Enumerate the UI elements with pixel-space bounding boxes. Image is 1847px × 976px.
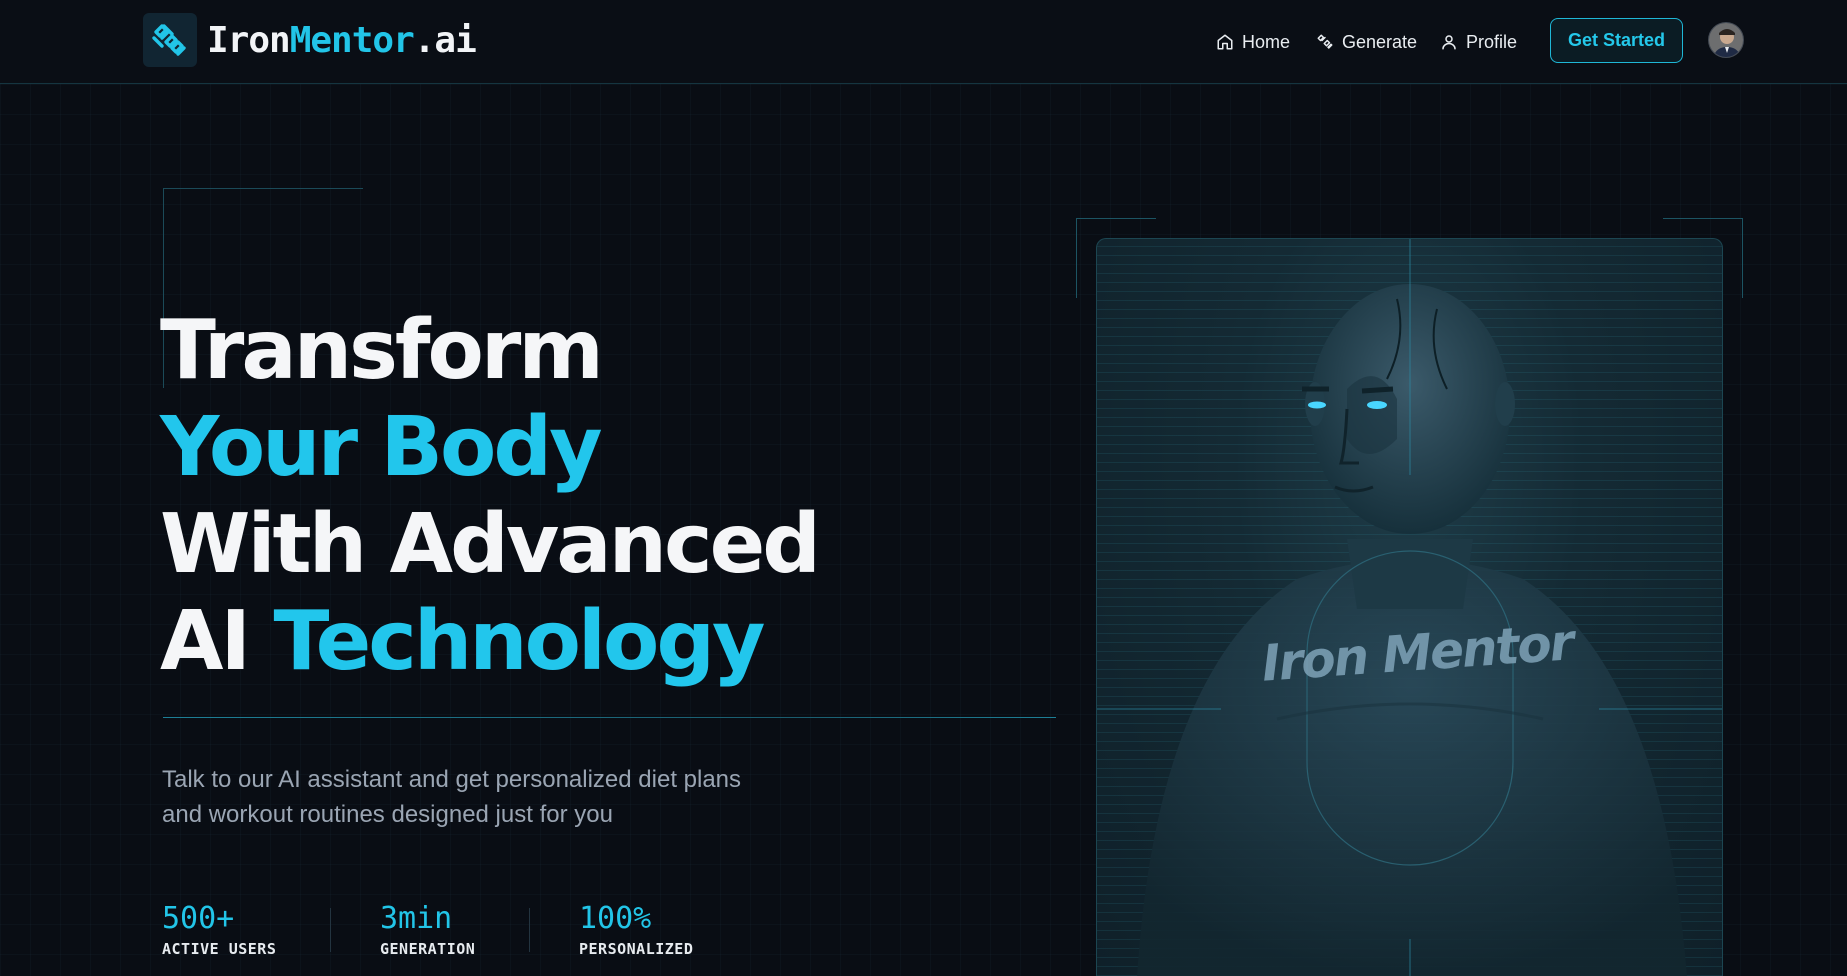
stat-label: GENERATION <box>380 940 476 958</box>
hero-title-line3: With Advanced <box>160 497 821 592</box>
brand-name-part3: .ai <box>413 20 477 61</box>
logo-icon-box[interactable] <box>143 13 197 67</box>
stat-label: ACTIVE USERS <box>162 940 277 958</box>
stat-divider <box>529 908 530 952</box>
stat-value: 3min <box>380 901 453 936</box>
stat-value: 100% <box>579 901 652 936</box>
dumbbell-icon <box>152 24 186 56</box>
stat-generation: 3min GENERATION <box>380 901 476 959</box>
home-icon <box>1217 34 1233 50</box>
top-navbar: IronMentor.ai Home Generate Profile Get … <box>0 0 1847 84</box>
nav-home-label: Home <box>1242 31 1291 52</box>
hero-title-line4: AI Technology <box>160 593 818 690</box>
hero-title-line2: Your Body <box>160 400 603 495</box>
hero-title-line4-white: AI <box>160 594 251 689</box>
brand-wordmark[interactable]: IronMentor.ai <box>207 20 477 61</box>
get-started-button[interactable]: Get Started <box>1550 18 1683 63</box>
nav-generate[interactable]: Generate <box>1316 30 1417 54</box>
nav-profile-label: Profile <box>1466 31 1518 52</box>
stat-divider <box>330 908 331 952</box>
hero-divider <box>163 717 1056 718</box>
hero-title: Transform Your Body With Advanced AI Tec… <box>160 302 821 690</box>
nav-generate-label: Generate <box>1342 31 1418 52</box>
hero-title-line4-cyan: Technology <box>273 594 766 689</box>
brand-name-part1: Iron <box>207 20 291 61</box>
nav-home[interactable]: Home <box>1216 30 1290 54</box>
muscular-figure-illustration <box>1097 239 1722 976</box>
user-icon <box>1442 35 1456 50</box>
hero-title-line1: Transform <box>160 303 604 398</box>
stat-personalized: 100% PERSONALIZED <box>579 901 694 959</box>
dumbbell-icon <box>1317 34 1333 49</box>
hero-image-card: Iron Mentor <box>1096 238 1723 976</box>
user-photo-icon <box>1709 23 1743 57</box>
stat-label: PERSONALIZED <box>579 940 694 958</box>
nav-profile[interactable]: Profile <box>1440 30 1517 54</box>
hero-subtitle: Talk to our AI assistant and get persona… <box>162 766 742 828</box>
stat-value: 500+ <box>162 901 235 936</box>
stat-active-users: 500+ ACTIVE USERS <box>162 901 277 959</box>
avatar[interactable] <box>1708 22 1744 58</box>
brand-name-part2: Mentor <box>289 20 415 61</box>
